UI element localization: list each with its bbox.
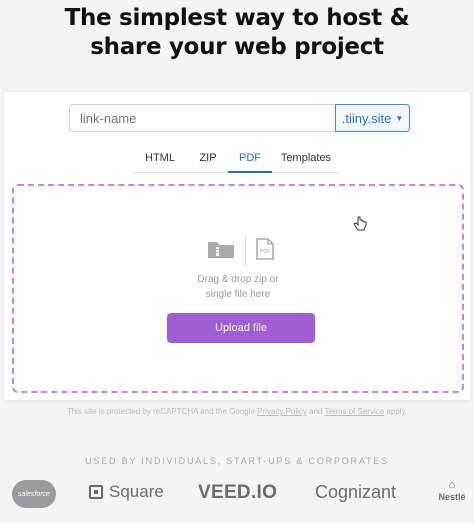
pdf-icon-text: PDF — [260, 249, 270, 255]
icon-divider — [244, 236, 246, 266]
clients-heading: USED BY INDIVIDUALS, START-UPS & CORPORA… — [85, 456, 389, 466]
tab-templates[interactable]: Templates — [272, 148, 340, 171]
square-logo: Square — [89, 482, 164, 502]
nestle-logo-text: Nestlé — [438, 492, 466, 502]
tab-pdf[interactable]: PDF — [228, 148, 272, 173]
recaptcha-suffix: apply. — [384, 407, 408, 416]
square-icon — [89, 485, 103, 499]
link-row: .tiiny.site ▼ — [69, 104, 410, 132]
hero-title-line2: share your web project — [90, 34, 384, 60]
cognizant-logo: Cognizant — [315, 482, 397, 502]
upload-file-button[interactable]: Upload file — [167, 313, 315, 343]
drop-text-line2: single file here — [205, 289, 271, 300]
zip-file-icon — [207, 239, 235, 264]
terms-of-service-link[interactable]: Terms of Service — [325, 407, 385, 416]
recaptcha-notice: This site is protected by reCAPTCHA and … — [0, 407, 474, 416]
pdf-file-icon: PDF — [255, 237, 274, 265]
veed-logo: VEED.IO — [198, 482, 278, 503]
drop-instructions: Drag & drop zip or single file here — [14, 272, 462, 302]
nestle-logo: ⌂ Nestlé — [434, 478, 470, 502]
hero-title: The simplest way to host & share your we… — [0, 4, 474, 62]
salesforce-logo: salesforce — [12, 480, 56, 508]
recaptcha-and: and — [306, 407, 325, 416]
upload-type-tabs: HTML ZIP PDF Templates — [132, 148, 340, 173]
tab-zip[interactable]: ZIP — [188, 148, 228, 171]
privacy-policy-link[interactable]: Privacy Policy — [257, 407, 307, 416]
file-type-icons: PDF — [200, 234, 280, 268]
link-name-input[interactable] — [69, 104, 335, 132]
square-logo-text: Square — [109, 482, 164, 501]
uploader-card: .tiiny.site ▼ HTML ZIP PDF Templates — [4, 92, 470, 400]
tab-html[interactable]: HTML — [132, 148, 188, 171]
hand-cursor-icon — [353, 216, 367, 237]
nest-icon: ⌂ — [448, 479, 456, 491]
recaptcha-prefix: This site is protected by reCAPTCHA and … — [66, 407, 258, 416]
file-dropzone[interactable]: PDF Drag & drop zip or single file here … — [12, 184, 464, 393]
hero-title-line1: The simplest way to host & — [64, 5, 410, 31]
client-logos: salesforce Square VEED.IO Cognizant ⌂ Ne… — [0, 476, 474, 516]
salesforce-logo-text: salesforce — [18, 490, 50, 498]
drop-text-line1: Drag & drop zip or — [197, 274, 279, 285]
domain-select[interactable]: .tiiny.site ▼ — [335, 104, 410, 132]
caret-down-icon: ▼ — [395, 113, 404, 123]
domain-label: .tiiny.site — [341, 110, 392, 126]
